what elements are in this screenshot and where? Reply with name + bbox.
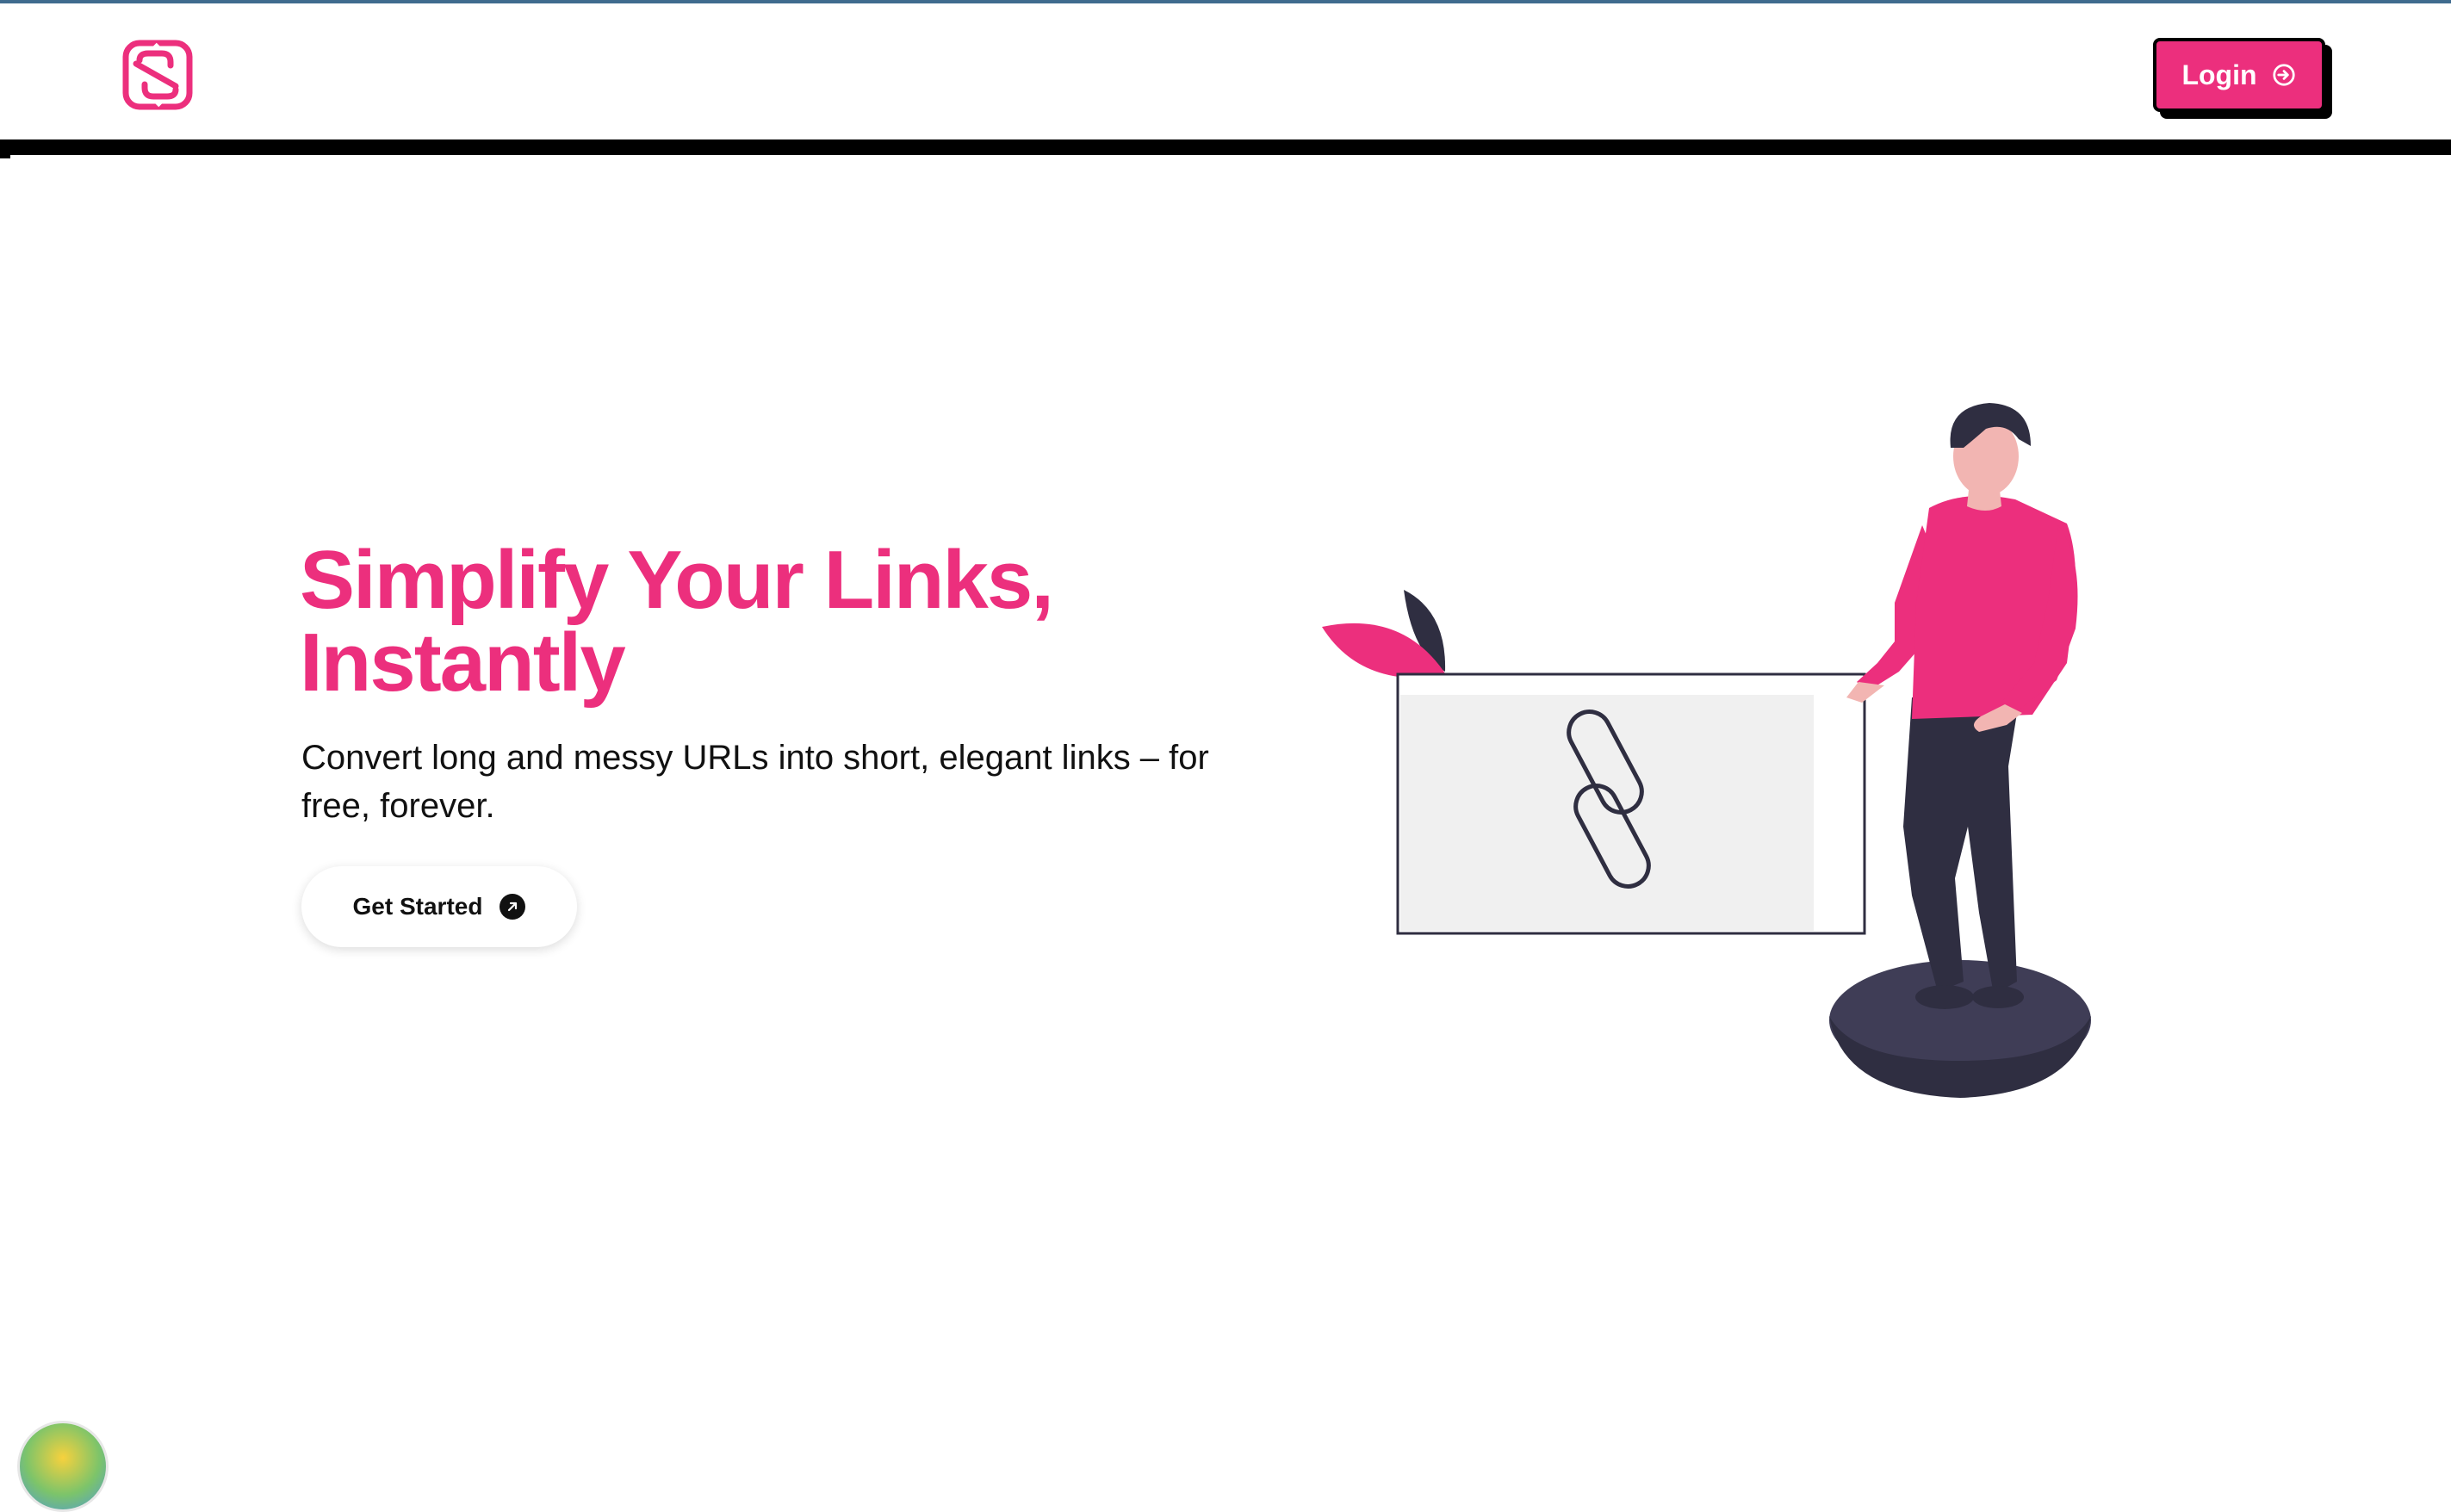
hero-headline-line2: Instantly — [300, 617, 626, 709]
get-started-label: Get Started — [352, 893, 483, 920]
navbar-border-shadow — [0, 146, 10, 158]
navbar: Login — [0, 3, 2451, 139]
navbar-bottom-border — [0, 139, 2451, 155]
hero-headline: Simplify Your Links, Instantly — [300, 539, 1333, 704]
hero-subtitle: Convert long and messy URLs into short, … — [301, 739, 1209, 825]
arrow-up-right-circle-icon — [500, 894, 526, 920]
floating-avatar-icon[interactable] — [17, 1421, 109, 1512]
login-arrow-icon — [2272, 64, 2295, 86]
login-button[interactable]: Login — [2153, 38, 2325, 112]
person-legs — [1903, 697, 2020, 995]
hero-headline-line1: Simplify Your Links, — [300, 534, 1054, 626]
brand-s-logo-icon[interactable] — [121, 38, 195, 112]
link-card-inner — [1400, 695, 1814, 931]
get-started-button[interactable]: Get Started — [301, 866, 577, 947]
hero-illustration — [1322, 403, 2091, 1098]
login-label: Login — [2181, 59, 2257, 90]
